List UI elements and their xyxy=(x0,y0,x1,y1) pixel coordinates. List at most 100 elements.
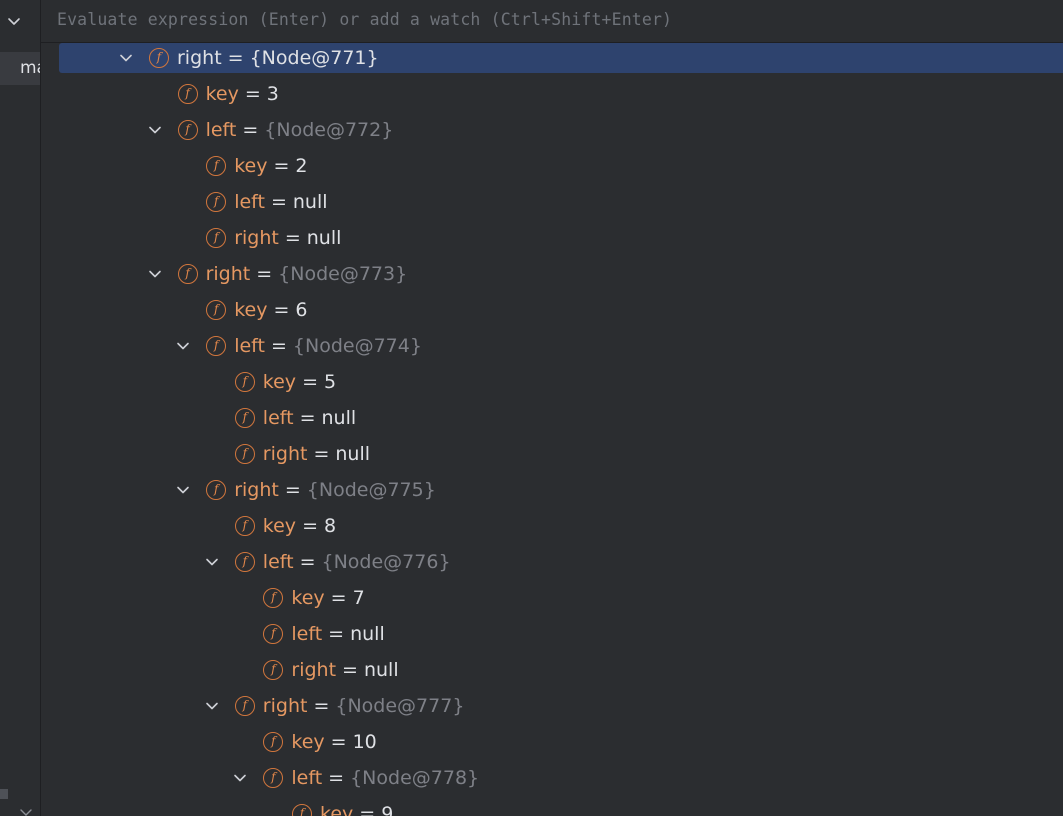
field-name: right xyxy=(234,227,279,249)
field-value: 7 xyxy=(352,587,365,609)
left-toolbar xyxy=(0,0,40,42)
field-value: null xyxy=(350,623,385,645)
chevron-down-icon[interactable] xyxy=(205,555,219,569)
field-icon: f xyxy=(206,300,227,320)
equals-sign: = xyxy=(328,767,345,789)
field-value: 3 xyxy=(266,83,279,105)
equals-sign: = xyxy=(302,371,318,393)
field-icon: f xyxy=(234,372,255,392)
chevron-down-icon[interactable] xyxy=(6,13,22,29)
tree-row[interactable]: f right = null xyxy=(206,220,341,256)
field-icon: f xyxy=(206,156,227,176)
field-value: {Node@777} xyxy=(335,695,465,717)
chevron-down-icon[interactable] xyxy=(176,339,190,353)
left-side-strip: ma xyxy=(0,0,41,816)
field-name: right xyxy=(205,263,251,285)
field-value: {Node@771} xyxy=(249,47,379,69)
tree-row[interactable]: f key = 6 xyxy=(206,292,307,328)
field-icon: f xyxy=(263,588,284,608)
field-name: left xyxy=(291,623,323,645)
field-name: right xyxy=(262,443,308,465)
field-name: left xyxy=(262,407,294,429)
field-icon: f xyxy=(206,480,227,500)
field-icon: f xyxy=(177,84,198,104)
field-value: 5 xyxy=(323,371,337,393)
chevron-down-icon[interactable] xyxy=(233,771,247,785)
equals-sign: = xyxy=(330,731,347,753)
equals-sign: = xyxy=(227,47,244,69)
frame-tab[interactable]: ma xyxy=(0,52,40,85)
scroll-grip[interactable] xyxy=(0,789,8,799)
chevron-down-icon[interactable] xyxy=(148,267,162,281)
tree-row[interactable]: f right = {Node@773} xyxy=(148,256,407,292)
tree-row[interactable]: f key = 3 xyxy=(177,76,279,112)
tree-row[interactable]: f right = {Node@771} xyxy=(120,43,379,76)
tree-row[interactable]: f left = null xyxy=(234,400,357,436)
tree-row[interactable]: f left = {Node@774} xyxy=(177,328,422,364)
equals-sign: = xyxy=(270,191,287,213)
field-name: right xyxy=(291,659,337,681)
evaluate-expression-input[interactable] xyxy=(57,0,1037,38)
field-icon: f xyxy=(234,444,255,464)
field-name: left xyxy=(291,767,323,789)
field-value: {Node@772} xyxy=(264,119,394,141)
equals-sign: = xyxy=(330,587,347,609)
tree-row[interactable]: f right = null xyxy=(234,436,370,472)
tree-row[interactable]: f key = 10 xyxy=(263,724,377,760)
tree-row[interactable]: f right = {Node@775} xyxy=(177,472,436,508)
field-name: left xyxy=(205,119,237,141)
watch-bar xyxy=(41,0,1063,43)
tree-row[interactable]: f key = 9 xyxy=(292,796,393,816)
field-value: {Node@778} xyxy=(350,767,480,789)
field-name: left xyxy=(262,551,294,573)
equals-sign: = xyxy=(313,443,330,465)
tree-row[interactable]: f left = {Node@776} xyxy=(205,544,451,580)
equals-sign: = xyxy=(270,335,287,357)
field-icon: f xyxy=(206,192,227,212)
field-name: key xyxy=(262,371,297,393)
tree-row[interactable]: f key = 5 xyxy=(234,364,337,400)
tree-row[interactable]: f key = 2 xyxy=(206,148,307,184)
tree-row[interactable]: f left = null xyxy=(206,184,328,220)
chevron-down-icon[interactable] xyxy=(18,808,34,816)
field-value: 10 xyxy=(352,731,377,753)
field-icon: f xyxy=(263,660,284,680)
chevron-down-icon[interactable] xyxy=(205,699,219,713)
field-icon: f xyxy=(292,804,312,816)
chevron-down-icon[interactable] xyxy=(119,51,133,65)
field-value: 2 xyxy=(295,155,308,177)
field-name: left xyxy=(234,191,265,213)
equals-sign: = xyxy=(302,515,318,537)
tree-row[interactable]: f left = {Node@772} xyxy=(148,112,394,148)
field-value: null xyxy=(321,407,357,429)
field-value: null xyxy=(306,227,342,249)
tree-row[interactable]: f left = {Node@778} xyxy=(234,760,480,796)
chevron-down-icon[interactable] xyxy=(176,483,190,497)
field-name: right xyxy=(262,695,308,717)
field-value: {Node@776} xyxy=(321,551,451,573)
tree-row[interactable]: f right = {Node@777} xyxy=(205,688,465,724)
field-value: {Node@774} xyxy=(292,335,422,357)
tree-row[interactable]: f left = null xyxy=(263,616,385,652)
field-icon: f xyxy=(177,264,198,284)
equals-sign: = xyxy=(273,299,290,321)
field-icon: f xyxy=(234,516,255,536)
field-icon: f xyxy=(263,768,284,788)
field-name: key xyxy=(262,515,297,537)
field-name: right xyxy=(177,47,222,69)
equals-sign: = xyxy=(299,551,316,573)
chevron-down-icon[interactable] xyxy=(148,123,162,137)
equals-sign: = xyxy=(273,155,290,177)
field-icon: f xyxy=(149,48,169,68)
equals-sign: = xyxy=(242,119,259,141)
tree-row[interactable]: f key = 8 xyxy=(234,508,336,544)
tree-row[interactable]: f right = null xyxy=(263,652,399,688)
field-value: null xyxy=(292,191,328,213)
tree-row[interactable]: f key = 7 xyxy=(263,580,365,616)
field-icon: f xyxy=(177,120,198,140)
field-name: key xyxy=(291,731,325,753)
equals-sign: = xyxy=(359,803,376,816)
field-name: key xyxy=(234,299,268,321)
field-icon: f xyxy=(234,408,255,428)
field-name: left xyxy=(234,335,265,357)
